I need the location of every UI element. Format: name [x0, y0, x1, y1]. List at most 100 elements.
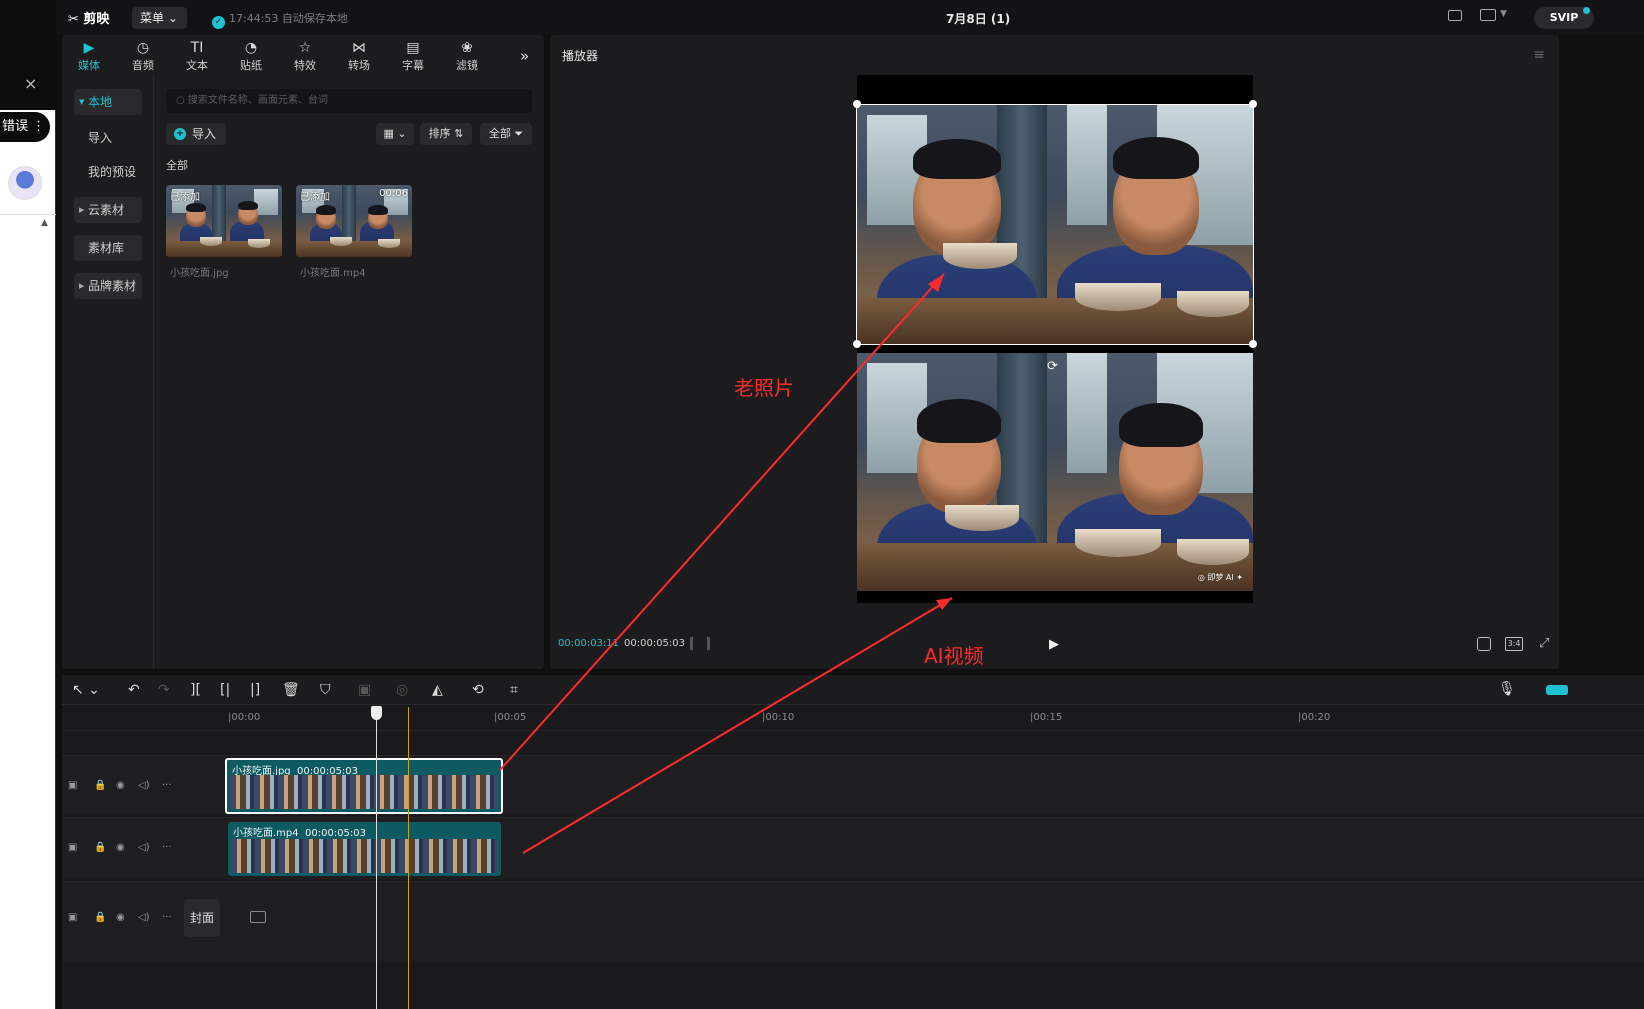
player-panel: 播放器 ≡ ◎ 即梦 AI ✦ ⟳ 00:00:03:11 00:00:05:0… — [550, 35, 1559, 669]
menu-button[interactable]: 菜单 ⌄ — [132, 7, 187, 29]
document-title: 7月8日 (1) — [946, 12, 1011, 26]
media-thumbnail[interactable]: 已添加 00:06 — [296, 185, 412, 257]
selection-box — [856, 104, 1254, 345]
ruler-tick: |00:15 — [1030, 712, 1063, 723]
search-icon: ○ — [176, 95, 188, 106]
more-icon[interactable]: ··· — [162, 912, 172, 923]
tab-label: 文本 — [186, 59, 208, 72]
autosave-status: ✓ 17:44:53 自动保存本地 — [212, 10, 348, 29]
play-button[interactable]: ▶ — [1049, 637, 1059, 652]
shortcut-icon[interactable] — [1448, 10, 1462, 21]
resize-handle[interactable] — [1249, 100, 1257, 108]
time-ruler[interactable]: |00:00 |00:05 |00:10 |00:15 |00:20 — [62, 705, 1644, 731]
side-app-pill[interactable]: 错误 ⋮ — [0, 112, 50, 142]
notification-dot — [1583, 7, 1590, 14]
lock-icon[interactable]: 🔒 — [94, 842, 106, 853]
crop-icon[interactable]: ⌗ — [510, 681, 518, 699]
mirror-icon[interactable]: ◭ — [432, 681, 443, 699]
svip-button[interactable]: SVIP — [1534, 7, 1594, 29]
resize-handle[interactable] — [1249, 340, 1257, 348]
resize-handle[interactable] — [853, 340, 861, 348]
avatar[interactable] — [8, 166, 42, 200]
layout-caret-icon[interactable]: ▼ — [1500, 9, 1507, 19]
preview-canvas[interactable]: ◎ 即梦 AI ✦ ⟳ — [853, 75, 1257, 603]
timeline-clip[interactable]: 小孩吃面.jpg 00:00:05:03 — [225, 758, 503, 814]
eye-icon[interactable]: ◉ — [116, 780, 125, 791]
delete-icon[interactable]: 🗑 — [282, 681, 300, 699]
reverse-icon[interactable]: ◎ — [396, 681, 408, 699]
rotate-icon[interactable]: ⟲ — [472, 681, 484, 699]
annotation-old-photo: 老照片 — [734, 376, 794, 400]
aspect-ratio-button[interactable]: 3:4 — [1505, 637, 1523, 651]
close-icon[interactable]: × — [24, 74, 37, 93]
lock-icon[interactable]: 🔒 — [94, 780, 106, 791]
shield-icon[interactable]: ⛉ — [320, 681, 331, 699]
filter-icon: ❀ — [461, 40, 473, 56]
filter-button[interactable]: 全部 ⏷ — [480, 123, 532, 145]
volume-icon[interactable]: ◁) — [138, 912, 150, 923]
nav-local[interactable]: ▼ 本地 — [74, 89, 142, 115]
track-type-icon[interactable]: ▣ — [68, 842, 77, 853]
cover-button[interactable]: 封面 — [184, 899, 220, 937]
media-filename: 小孩吃面.mp4 — [300, 268, 366, 279]
divider — [0, 214, 56, 215]
eye-icon[interactable]: ◉ — [116, 842, 125, 853]
playhead-handle[interactable] — [371, 706, 382, 720]
nav-import[interactable]: 导入 — [74, 125, 142, 151]
fullscreen-icon[interactable]: ⤢ — [1539, 636, 1549, 651]
more-icon[interactable]: ··· — [162, 842, 172, 853]
search-input[interactable]: ○ 搜索文件名称、画面元素、台词 — [166, 89, 532, 113]
tab-subtitle[interactable]: ▤ 字幕 — [386, 39, 440, 73]
scroll-up-icon[interactable]: ▲ — [41, 218, 48, 228]
timeline-clip[interactable]: 小孩吃面.mp4 00:00:05:03 — [228, 822, 501, 876]
microphone-icon[interactable]: 🎙 — [1498, 681, 1516, 697]
more-tabs-icon[interactable]: » — [520, 47, 529, 65]
split-icon[interactable]: ][ — [190, 681, 201, 699]
tab-media[interactable]: ▶ 媒体 — [62, 39, 116, 73]
media-thumbnail[interactable]: 已添加 — [166, 185, 282, 257]
tab-filter[interactable]: ❀ 滤镜 — [440, 39, 494, 73]
nav-cloud[interactable]: ▶ 云素材 — [74, 197, 142, 223]
fit-screen-icon[interactable] — [1477, 637, 1491, 651]
nav-presets[interactable]: 我的预设 — [74, 159, 142, 185]
nav-brand[interactable]: ▶ 品牌素材 — [74, 273, 142, 299]
tab-sticker[interactable]: ◔ 贴纸 — [224, 39, 278, 73]
tab-text[interactable]: TI 文本 — [170, 39, 224, 73]
redo-icon[interactable]: ↷ — [158, 681, 170, 699]
freeze-icon[interactable]: ▣ — [358, 681, 371, 699]
eye-icon[interactable]: ◉ — [116, 912, 125, 923]
filter-label: 全部 — [488, 127, 511, 140]
ruler-tick: |00:10 — [762, 712, 795, 723]
track-type-icon[interactable]: ▣ — [68, 912, 77, 923]
split-right-icon[interactable]: |] — [250, 681, 260, 699]
undo-icon[interactable]: ↶ — [128, 681, 140, 699]
current-time: 00:00:03:11 — [558, 638, 620, 649]
snap-toggle[interactable] — [1546, 685, 1568, 695]
split-left-icon[interactable]: [| — [220, 681, 230, 699]
tab-audio[interactable]: ◷ 音频 — [116, 39, 170, 73]
sort-button[interactable]: 排序 ⇅ — [420, 123, 472, 145]
layout-icon[interactable] — [1480, 9, 1496, 21]
added-badge: 已添加 — [300, 192, 330, 203]
menu-icon[interactable]: ≡ — [1533, 47, 1545, 63]
lock-icon[interactable]: 🔒 — [94, 912, 106, 923]
tab-transition[interactable]: ⋈ 转场 — [332, 39, 386, 73]
track-type-icon[interactable]: ▣ — [68, 780, 77, 791]
expand-icon: ▼ — [79, 98, 85, 106]
volume-icon[interactable]: ◁) — [138, 842, 150, 853]
effects-icon: ☆ — [298, 40, 312, 56]
tab-effects[interactable]: ☆ 特效 — [278, 39, 332, 73]
import-button[interactable]: + 导入 — [166, 123, 226, 145]
more-icon[interactable]: ··· — [162, 780, 172, 791]
select-tool-icon[interactable]: ↖ ⌄ — [72, 681, 100, 699]
resize-handle[interactable] — [853, 100, 861, 108]
nav-label: 云素材 — [88, 203, 125, 217]
view-mode-button[interactable]: ▦ ⌄ — [376, 123, 414, 145]
nav-library[interactable]: 素材库 — [74, 235, 142, 261]
playhead[interactable] — [376, 707, 377, 1009]
rotate-icon[interactable]: ⟳ — [1047, 359, 1058, 374]
ai-video-layer[interactable]: ◎ 即梦 AI ✦ — [857, 353, 1253, 591]
grid-icon: ▦ ⌄ — [383, 127, 407, 140]
chapter-list-icon[interactable] — [690, 637, 710, 650]
volume-icon[interactable]: ◁) — [138, 780, 150, 791]
